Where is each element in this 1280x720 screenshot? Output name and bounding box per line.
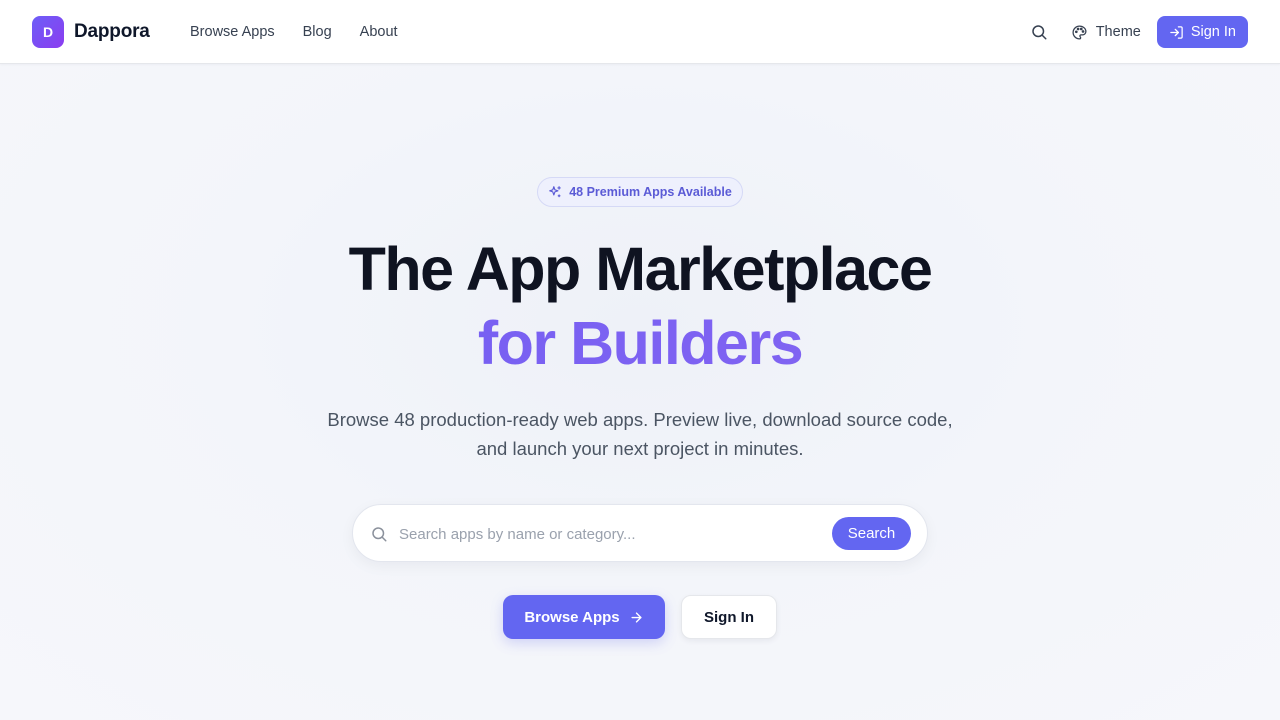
sign-in-button[interactable]: Sign In xyxy=(681,595,777,639)
header-actions: Theme Sign In xyxy=(1027,16,1248,48)
main-nav: Browse Apps Blog About xyxy=(190,0,426,64)
nav-browse-apps[interactable]: Browse Apps xyxy=(190,24,275,40)
nav-blog[interactable]: Blog xyxy=(303,24,332,40)
badge-text: 48 Premium Apps Available xyxy=(569,185,732,199)
nav-about[interactable]: About xyxy=(360,24,398,40)
theme-button[interactable]: Theme xyxy=(1071,24,1141,41)
logo-badge: D xyxy=(32,16,64,48)
apps-count-badge: 48 Premium Apps Available xyxy=(537,177,743,207)
sparkles-icon xyxy=(549,186,562,198)
arrow-right-icon xyxy=(631,611,642,623)
search-button[interactable]: Search xyxy=(832,517,911,550)
hero-subtitle-line1: Browse 48 production-ready web apps. Pre… xyxy=(327,409,953,430)
browse-apps-button[interactable]: Browse Apps xyxy=(503,595,665,639)
header-sign-in-label: Sign In xyxy=(1190,24,1236,40)
hero-subtitle-line2: and launch your next project in minutes. xyxy=(476,438,804,459)
sign-in-icon xyxy=(1170,25,1183,39)
hero-search-bar: Search xyxy=(352,504,928,562)
theme-label: Theme xyxy=(1095,24,1141,40)
brand-logo[interactable]: D Dappora xyxy=(32,16,150,48)
search-input[interactable] xyxy=(399,519,819,549)
header-sign-in-button[interactable]: Sign In xyxy=(1156,16,1248,48)
brand-name: Dappora xyxy=(74,21,150,42)
header-search-button[interactable] xyxy=(1027,20,1051,44)
palette-icon xyxy=(1072,24,1087,40)
hero-title-line1: The App Marketplace xyxy=(348,235,933,303)
search-icon xyxy=(1031,25,1047,40)
hero-title-line2: for Builders xyxy=(0,308,1280,378)
browse-apps-label: Browse Apps xyxy=(524,608,620,626)
top-navbar: D Dappora Browse Apps Blog About Theme S… xyxy=(0,0,1280,64)
search-icon xyxy=(372,527,387,542)
